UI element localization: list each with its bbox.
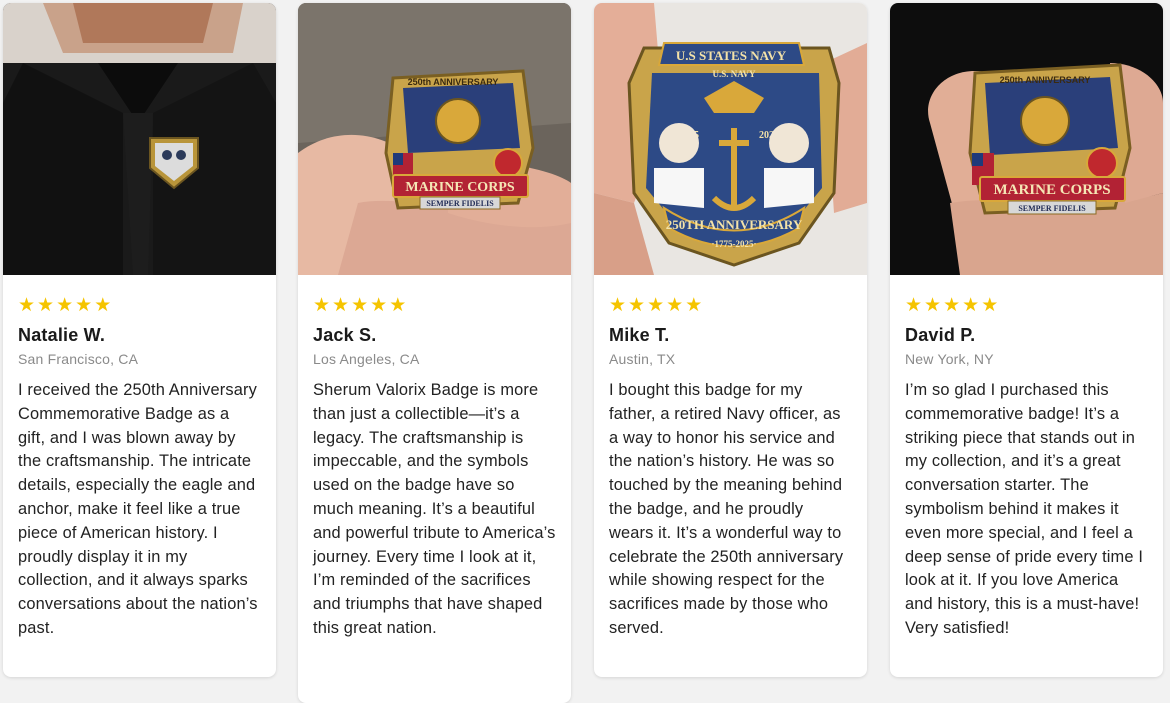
marine-corps-badge-in-hand-image: 250th ANNIVERSARY MARINE CORPS SEMPER FI… (298, 3, 571, 275)
review-card: 250th ANNIVERSARY MARINE CORPS SEMPER FI… (890, 3, 1163, 677)
badge-main-text: 250TH ANNIVERSARY (666, 217, 803, 232)
woman-wearing-badge-image (3, 3, 276, 275)
reviewer-location: Austin, TX (609, 351, 676, 367)
star-rating: ★ ★ ★ ★ ★ (609, 295, 852, 317)
star-icon: ★ (924, 295, 942, 316)
review-card: 250th ANNIVERSARY MARINE CORPS SEMPER FI… (298, 3, 571, 703)
review-text: I’m so glad I purchased this commemorati… (905, 381, 1144, 637)
star-icon: ★ (943, 295, 961, 316)
star-icon: ★ (685, 295, 703, 316)
review-text: I received the 250th Anniversary Commemo… (18, 381, 258, 637)
reviewer-location: New York, NY (905, 351, 994, 367)
star-icon: ★ (37, 295, 55, 316)
reviewer-name: Jack S. (313, 325, 377, 345)
marine-corps-badge-in-hand-dark-image: 250th ANNIVERSARY MARINE CORPS SEMPER FI… (890, 3, 1163, 275)
reviewer-location: San Francisco, CA (18, 351, 139, 367)
star-icon: ★ (351, 295, 369, 316)
star-icon: ★ (56, 295, 74, 316)
reviewer-location: Los Angeles, CA (313, 351, 420, 367)
badge-top-text: 250th ANNIVERSARY (1000, 75, 1091, 85)
reviewer-name: Natalie W. (18, 325, 106, 345)
star-icon: ★ (313, 295, 331, 316)
reviewer-name: David P. (905, 325, 976, 345)
badge-main-text: MARINE CORPS (405, 180, 514, 195)
review-photo[interactable]: U.S STATES NAVY U.S. NAVY 1775 2025 250T… (594, 3, 867, 275)
reviewer-name: Mike T. (609, 325, 670, 345)
review-text: I bought this badge for my father, a ret… (609, 381, 844, 637)
star-icon: ★ (628, 295, 646, 316)
review-photo[interactable]: 250th ANNIVERSARY MARINE CORPS SEMPER FI… (890, 3, 1163, 275)
star-icon: ★ (981, 295, 999, 316)
navy-badge-in-hand-image: U.S STATES NAVY U.S. NAVY 1775 2025 250T… (594, 3, 867, 275)
star-rating: ★ ★ ★ ★ ★ (313, 295, 556, 317)
star-icon: ★ (75, 295, 93, 316)
star-icon: ★ (609, 295, 627, 316)
badge-top-text: U.S STATES NAVY (676, 48, 787, 63)
badge-top-text: 250th ANNIVERSARY (408, 77, 499, 87)
star-icon: ★ (647, 295, 665, 316)
badge-sub-text: SEMPER FIDELIS (426, 199, 494, 208)
badge-main-text: MARINE CORPS (993, 182, 1110, 198)
badge-sub-text: SEMPER FIDELIS (1018, 204, 1086, 213)
star-icon: ★ (962, 295, 980, 316)
star-icon: ★ (94, 295, 112, 316)
review-photo[interactable]: 250th ANNIVERSARY MARINE CORPS SEMPER FI… (298, 3, 571, 275)
star-icon: ★ (18, 295, 36, 316)
star-icon: ★ (332, 295, 350, 316)
review-text: Sherum Valorix Badge is more than just a… (313, 381, 556, 637)
star-icon: ★ (370, 295, 388, 316)
star-icon: ★ (905, 295, 923, 316)
star-rating: ★ ★ ★ ★ ★ (18, 295, 261, 317)
badge-subtop-text: U.S. NAVY (712, 69, 756, 79)
review-card: ★ ★ ★ ★ ★ Natalie W. San Francisco, CA I… (3, 3, 276, 677)
review-card: U.S STATES NAVY U.S. NAVY 1775 2025 250T… (594, 3, 867, 677)
star-icon: ★ (666, 295, 684, 316)
star-rating: ★ ★ ★ ★ ★ (905, 295, 1148, 317)
star-icon: ★ (389, 295, 407, 316)
badge-bottom-text: ·1775-2025· (712, 239, 757, 249)
review-photo[interactable] (3, 3, 276, 275)
